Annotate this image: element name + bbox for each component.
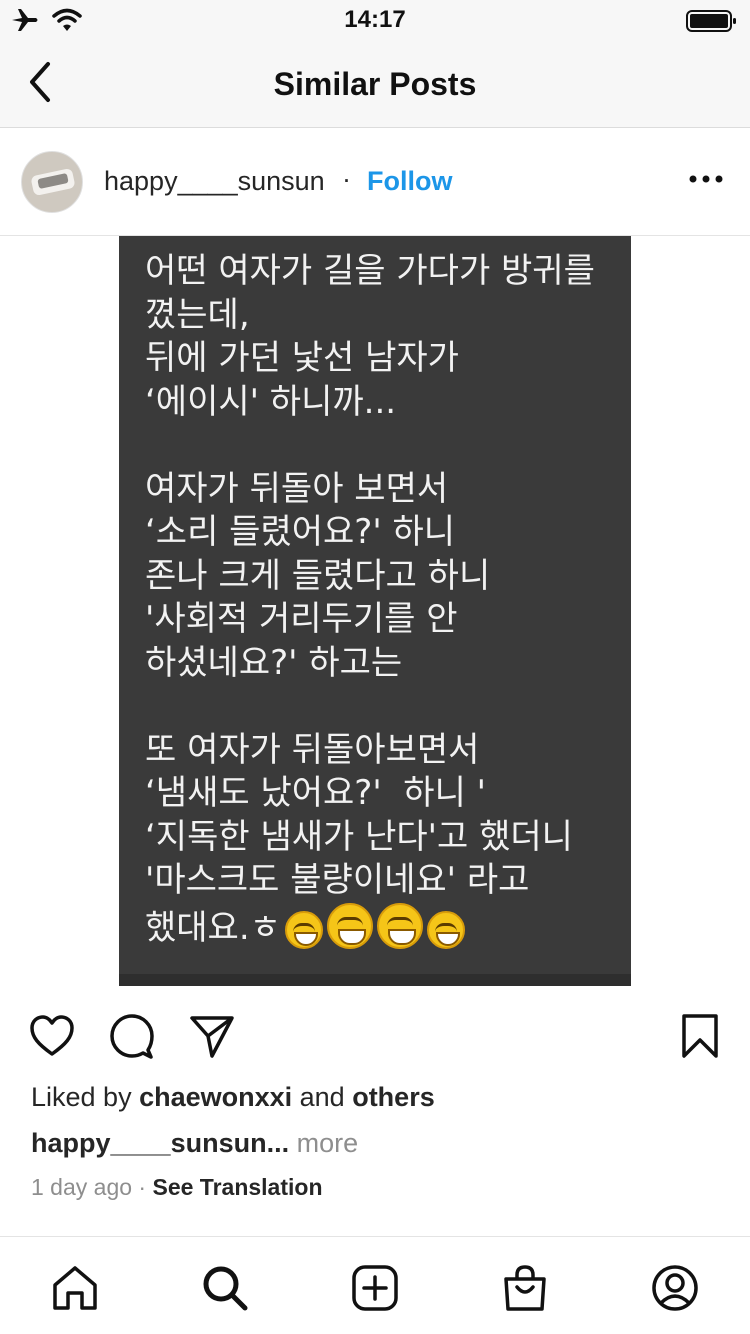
create-icon[interactable] <box>350 1263 400 1313</box>
separator-dot: · <box>342 164 351 194</box>
post-username[interactable]: happy____sunsun <box>104 166 325 197</box>
grinning-emoji <box>326 902 373 949</box>
post-image-last-line: 했대요.ㅎ <box>145 907 281 948</box>
battery-icon <box>686 10 736 32</box>
caption-username[interactable]: happy____sunsun... <box>31 1128 289 1158</box>
status-bar: 14:17 <box>0 0 750 40</box>
liked-prefix: Liked by <box>31 1082 140 1112</box>
tab-bar <box>0 1236 750 1334</box>
caption: happy____sunsun... more <box>31 1128 358 1159</box>
liked-user[interactable]: chaewonxxi <box>139 1082 292 1112</box>
bookmark-icon[interactable] <box>676 1012 724 1060</box>
time-ago: 1 day ago <box>31 1174 133 1200</box>
follow-button[interactable]: Follow <box>367 166 452 197</box>
post-actions <box>0 1004 750 1068</box>
meta-separator: · <box>132 1174 153 1200</box>
post-image-text: 어떤 여자가 길을 가다가 방귀를 꼈는데, 뒤에 가던 낯선 남자가 ‘에이시… <box>145 250 625 950</box>
liked-mid: and <box>292 1082 353 1112</box>
more-horizontal-icon[interactable] <box>688 172 724 186</box>
caption-more-link[interactable]: more <box>289 1128 359 1158</box>
nav-bar: Similar Posts <box>0 40 750 128</box>
shop-icon[interactable] <box>500 1263 550 1313</box>
see-translation-link[interactable]: See Translation <box>152 1174 322 1200</box>
laughing-emoji <box>426 910 465 949</box>
send-icon[interactable] <box>188 1012 236 1060</box>
post-image-body: 어떤 여자가 길을 가다가 방귀를 꼈는데, 뒤에 가던 낯선 남자가 ‘에이시… <box>145 251 595 900</box>
post-header: happy____sunsun · Follow <box>0 128 750 236</box>
post-meta: 1 day ago · See Translation <box>31 1174 323 1201</box>
search-icon[interactable] <box>200 1263 250 1313</box>
heart-icon[interactable] <box>28 1012 76 1060</box>
home-icon[interactable] <box>50 1263 100 1313</box>
avatar[interactable] <box>21 151 83 213</box>
grinning-emoji <box>376 902 423 949</box>
status-time: 14:17 <box>344 6 406 33</box>
rofl-emoji <box>284 910 323 949</box>
liked-by-text: Liked by chaewonxxi and others <box>31 1082 435 1113</box>
post-image[interactable]: 어떤 여자가 길을 가다가 방귀를 꼈는데, 뒤에 가던 낯선 남자가 ‘에이시… <box>119 236 631 986</box>
comment-icon[interactable] <box>108 1012 156 1060</box>
profile-icon[interactable] <box>650 1263 700 1313</box>
liked-others[interactable]: others <box>352 1082 435 1112</box>
page-title: Similar Posts <box>273 66 477 102</box>
image-bottom-band <box>119 974 631 986</box>
